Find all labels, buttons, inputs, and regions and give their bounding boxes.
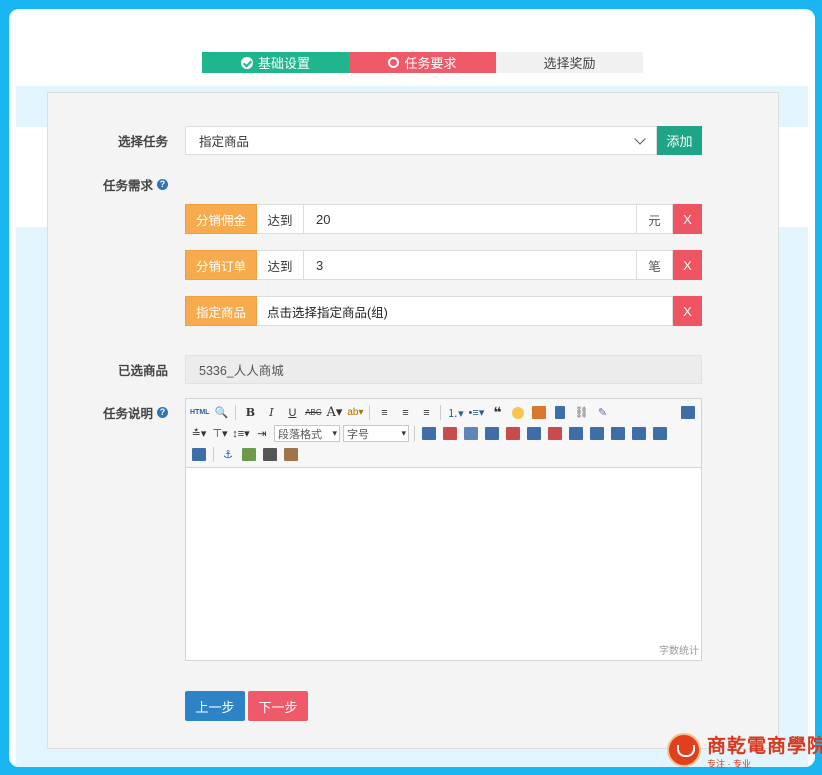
bold-icon[interactable]: B bbox=[241, 404, 259, 422]
previous-step-button[interactable]: 上一步 bbox=[185, 691, 245, 721]
remove-requirement-button[interactable]: X bbox=[673, 204, 702, 234]
delete-table-icon[interactable] bbox=[441, 425, 459, 443]
rich-text-editor: HTML 🔍 B I U ABC A▾ ab▾ ≡ ≡ ≡ ⒈▾ •≡▾ ❝ ⛓… bbox=[185, 398, 702, 661]
help-icon[interactable]: ? bbox=[157, 406, 168, 418]
requirement-operator: 达到 bbox=[257, 250, 304, 280]
circle-icon bbox=[388, 57, 400, 68]
label-text: 任务需求 bbox=[102, 178, 153, 193]
blockquote-icon[interactable]: ❝ bbox=[488, 404, 506, 422]
step-label: 任务要求 bbox=[404, 56, 457, 71]
toolbar-divider bbox=[440, 405, 442, 420]
toolbar-divider bbox=[414, 426, 415, 441]
selected-goods-field: 5336_人人商城 bbox=[185, 355, 702, 384]
split-cells-icon[interactable] bbox=[630, 425, 648, 443]
remove-requirement-button[interactable]: X bbox=[673, 296, 702, 326]
order-count-input[interactable]: 3 bbox=[304, 250, 637, 280]
insert-column-icon[interactable] bbox=[525, 425, 543, 443]
emoji-icon[interactable] bbox=[509, 404, 527, 422]
requirement-row-orders: 分销订单 达到 3 笔 X bbox=[185, 250, 702, 280]
toolbar-divider bbox=[369, 405, 371, 420]
chevron-down-icon bbox=[634, 133, 646, 145]
anchor-icon[interactable]: ⚓ bbox=[219, 446, 237, 464]
next-step-button[interactable]: 下一步 bbox=[248, 691, 308, 721]
split-rows-icon[interactable] bbox=[651, 425, 669, 443]
select-goods-picker[interactable]: 点击选择指定商品(组) bbox=[257, 296, 673, 326]
watermark-subtitle: 专注 · 专业 bbox=[707, 759, 751, 769]
eraser-icon[interactable]: ✎ bbox=[593, 404, 611, 422]
watermark-title: 商乾電商學院 bbox=[707, 735, 822, 757]
insert-row-icon[interactable] bbox=[483, 425, 501, 443]
merge-right-icon[interactable] bbox=[588, 425, 606, 443]
editor-toolbar: HTML 🔍 B I U ABC A▾ ab▾ ≡ ≡ ≡ ⒈▾ •≡▾ ❝ ⛓… bbox=[186, 399, 701, 468]
task-select-value: 指定商品 bbox=[199, 135, 250, 149]
requirement-unit: 笔 bbox=[637, 250, 673, 280]
link-icon[interactable]: ⛓ bbox=[572, 404, 590, 422]
task-select-label: 选择任务 bbox=[48, 126, 168, 155]
step-select-reward[interactable]: 选择奖励 bbox=[496, 52, 643, 73]
paragraph-format-select[interactable]: 段落格式 bbox=[274, 425, 340, 442]
toolbar-divider bbox=[235, 405, 237, 420]
paste-icon[interactable] bbox=[282, 446, 300, 464]
label-text: 任务说明 bbox=[102, 406, 153, 421]
ordered-list-icon[interactable]: ⒈▾ bbox=[446, 404, 464, 422]
merge-down-icon[interactable] bbox=[609, 425, 627, 443]
indent-icon[interactable]: ⇥ bbox=[253, 425, 271, 443]
watermark-logo: 商乾電商學院 专注 · 专业 bbox=[667, 731, 822, 771]
requirement-tag: 指定商品 bbox=[185, 296, 257, 326]
highlight-color-icon[interactable]: ab▾ bbox=[346, 404, 364, 422]
delete-row-icon[interactable] bbox=[504, 425, 522, 443]
remove-requirement-button[interactable]: X bbox=[673, 250, 702, 280]
fullscreen-icon[interactable] bbox=[679, 404, 697, 422]
vertical-align-icon[interactable]: ⊤▾ bbox=[211, 425, 229, 443]
font-size-select[interactable]: 字号 bbox=[343, 425, 409, 442]
font-color-icon[interactable]: A▾ bbox=[325, 404, 343, 422]
strikethrough-icon[interactable]: ABC bbox=[304, 404, 322, 422]
requirement-row-goods: 指定商品 点击选择指定商品(组) X bbox=[185, 296, 702, 326]
step-task-requirements[interactable]: 任务要求 bbox=[349, 52, 496, 73]
add-button[interactable]: 添加 bbox=[657, 126, 702, 155]
table-title-icon[interactable] bbox=[462, 425, 480, 443]
requirement-unit: 元 bbox=[637, 204, 673, 234]
task-description-label: 任务说明 ? bbox=[48, 403, 168, 421]
label-text: 已选商品 bbox=[117, 364, 168, 378]
requirement-tag: 分销佣金 bbox=[185, 204, 257, 234]
step-label: 基础设置 bbox=[257, 56, 310, 71]
task-requirements-label: 任务需求 ? bbox=[48, 175, 168, 193]
split-columns-icon[interactable] bbox=[190, 446, 208, 464]
align-center-icon[interactable]: ≡ bbox=[396, 404, 414, 422]
label-text: 选择任务 bbox=[117, 135, 168, 149]
editor-content-area[interactable] bbox=[186, 468, 701, 658]
template-icon[interactable] bbox=[240, 446, 258, 464]
merge-cells-icon[interactable] bbox=[567, 425, 585, 443]
align-left-icon[interactable]: ≡ bbox=[375, 404, 393, 422]
toolbar-divider bbox=[213, 447, 214, 462]
preview-icon[interactable]: 🔍 bbox=[212, 404, 230, 422]
image-icon[interactable] bbox=[530, 404, 548, 422]
requirement-tag: 分销订单 bbox=[185, 250, 257, 280]
step-indicator: 基础设置 任务要求 选择奖励 bbox=[202, 52, 643, 73]
requirement-row-commission: 分销佣金 达到 20 元 X bbox=[185, 204, 702, 234]
commission-amount-input[interactable]: 20 bbox=[304, 204, 637, 234]
task-select[interactable]: 指定商品 bbox=[185, 126, 657, 155]
line-height-icon[interactable]: ≛▾ bbox=[190, 425, 208, 443]
form-panel: 选择任务 指定商品 添加 任务需求 ? 分销佣金 达到 20 元 X 分销订单 … bbox=[47, 92, 779, 749]
requirement-operator: 达到 bbox=[257, 204, 304, 234]
video-icon[interactable] bbox=[551, 404, 569, 422]
row-spacing-icon[interactable]: ↕≡▾ bbox=[232, 425, 250, 443]
underline-icon[interactable]: U bbox=[283, 404, 301, 422]
html-source-button[interactable]: HTML bbox=[190, 404, 209, 422]
italic-icon[interactable]: I bbox=[262, 404, 280, 422]
step-label: 选择奖励 bbox=[543, 56, 596, 71]
logo-seal-icon bbox=[667, 733, 701, 767]
help-icon[interactable]: ? bbox=[157, 178, 168, 190]
align-right-icon[interactable]: ≡ bbox=[417, 404, 435, 422]
selected-goods-label: 已选商品 bbox=[48, 355, 168, 384]
insert-table-icon[interactable] bbox=[420, 425, 438, 443]
unordered-list-icon[interactable]: •≡▾ bbox=[467, 404, 485, 422]
step-basic-settings[interactable]: 基础设置 bbox=[202, 52, 349, 73]
delete-column-icon[interactable] bbox=[546, 425, 564, 443]
print-icon[interactable] bbox=[261, 446, 279, 464]
word-count: 字数统计 bbox=[659, 646, 699, 657]
check-circle-icon bbox=[240, 56, 253, 69]
